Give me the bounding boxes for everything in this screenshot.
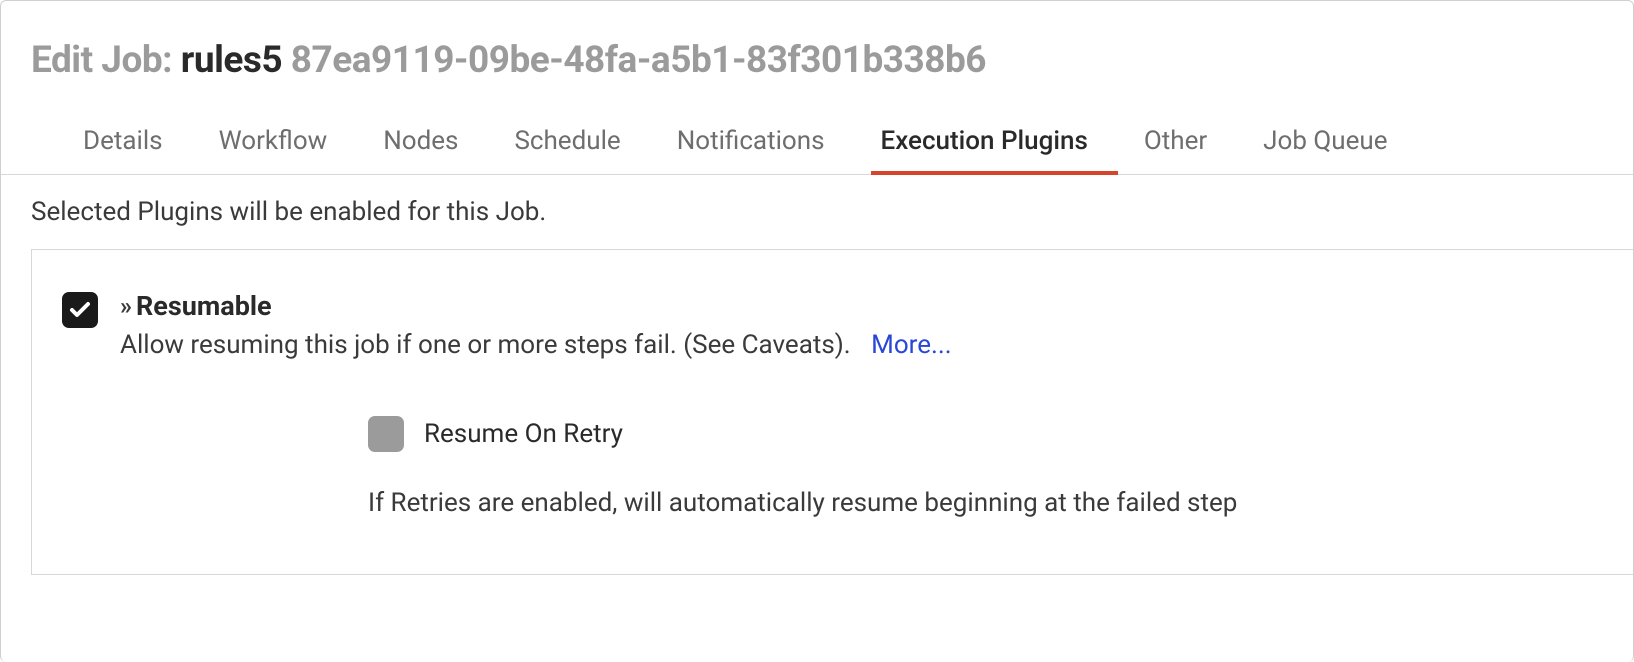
tab-execution-plugins[interactable]: Execution Plugins (881, 126, 1088, 174)
tab-details[interactable]: Details (83, 126, 163, 174)
tab-workflow[interactable]: Workflow (219, 126, 328, 174)
tab-notifications[interactable]: Notifications (677, 126, 825, 174)
plugin-resumable-row: » Resumable Allow resuming this job if o… (32, 290, 1633, 360)
plugin-title: Resumable (136, 290, 272, 322)
page-container: Edit Job: rules5 87ea9119-09be-48fa-a5b1… (0, 0, 1634, 662)
tabs-nav: Details Workflow Nodes Schedule Notifica… (1, 102, 1633, 175)
title-prefix: Edit Job: (31, 39, 181, 82)
sub-option-label: Resume On Retry (424, 419, 623, 449)
sub-option-block: Resume On Retry If Retries are enabled, … (368, 416, 1633, 574)
tab-subtitle: Selected Plugins will be enabled for thi… (1, 175, 1633, 249)
resumable-checkbox[interactable] (62, 292, 98, 328)
page-header: Edit Job: rules5 87ea9119-09be-48fa-a5b1… (1, 1, 1633, 102)
divider (32, 574, 1633, 575)
plugin-description: Allow resuming this job if one or more s… (120, 330, 851, 360)
page-title: Edit Job: rules5 87ea9119-09be-48fa-a5b1… (31, 39, 1603, 82)
plugin-content: » Resumable Allow resuming this job if o… (120, 290, 1603, 360)
plugins-panel: » Resumable Allow resuming this job if o… (31, 249, 1633, 575)
more-link[interactable]: More... (871, 330, 951, 360)
tab-job-queue[interactable]: Job Queue (1263, 126, 1387, 174)
sub-option-row: Resume On Retry (368, 416, 1603, 452)
check-icon (68, 298, 92, 322)
job-uuid: 87ea9119-09be-48fa-a5b1-83f301b338b6 (282, 39, 986, 82)
tab-nodes[interactable]: Nodes (383, 126, 458, 174)
tab-schedule[interactable]: Schedule (514, 126, 620, 174)
tab-other[interactable]: Other (1144, 126, 1207, 174)
job-name: rules5 (181, 39, 282, 82)
resume-on-retry-checkbox[interactable] (368, 416, 404, 452)
plugin-title-row: » Resumable (120, 290, 1603, 322)
plugin-description-row: Allow resuming this job if one or more s… (120, 330, 1603, 360)
double-chevron-icon: » (120, 292, 128, 320)
sub-option-description: If Retries are enabled, will automatical… (368, 488, 1603, 518)
